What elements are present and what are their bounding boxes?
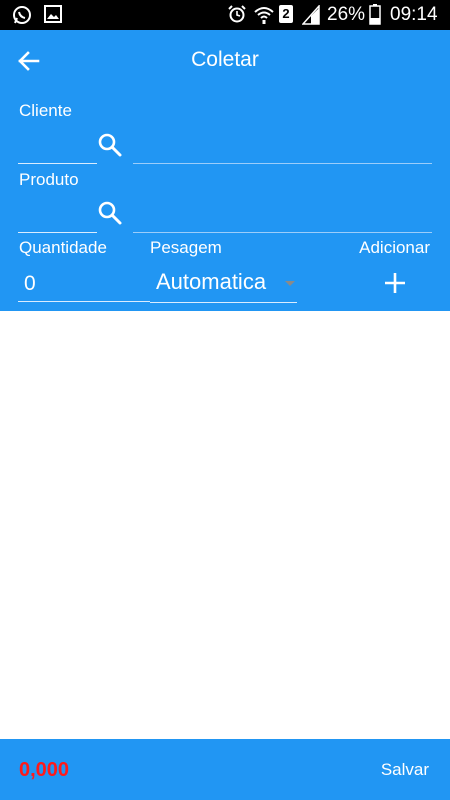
produto-code-input[interactable] [18, 201, 97, 233]
sim-slot-icon: 2 [279, 5, 293, 23]
quantidade-label: Quantidade [19, 238, 107, 257]
items-list [0, 311, 450, 739]
produto-search-icon[interactable] [97, 200, 123, 226]
wifi-icon [254, 7, 274, 24]
whatsapp-icon [13, 6, 31, 24]
battery-icon [369, 4, 381, 25]
adicionar-label: Adicionar [359, 238, 430, 257]
cliente-code-input[interactable] [18, 132, 97, 164]
footer-bar: 0,000 Salvar [0, 739, 450, 800]
clock: 09:14 [390, 4, 438, 25]
signal-icon [302, 5, 320, 25]
cliente-name-input[interactable] [133, 132, 432, 164]
produto-name-input[interactable] [133, 201, 432, 233]
produto-label: Produto [19, 170, 79, 189]
cliente-search-icon[interactable] [97, 132, 123, 158]
cliente-label: Cliente [19, 101, 72, 120]
page-title: Coletar [191, 48, 259, 71]
pesagem-label: Pesagem [150, 238, 222, 257]
pesagem-selected-value: Automatica [156, 269, 267, 294]
sim-slot-number: 2 [282, 6, 290, 21]
save-button[interactable]: Salvar [381, 760, 429, 780]
gallery-icon [44, 5, 62, 23]
battery-percent: 26% [327, 4, 366, 25]
total-weight: 0,000 [19, 759, 70, 781]
alarm-icon [228, 5, 246, 23]
pesagem-select[interactable]: Automatica [150, 264, 297, 303]
collect-form-panel: Coletar Cliente Produto Quantidade Pesag… [0, 30, 450, 311]
status-bar: 2 26% 09:14 [0, 0, 450, 30]
quantidade-input[interactable] [18, 266, 150, 302]
plus-icon[interactable] [382, 270, 408, 296]
dropdown-arrow-icon [285, 281, 295, 286]
